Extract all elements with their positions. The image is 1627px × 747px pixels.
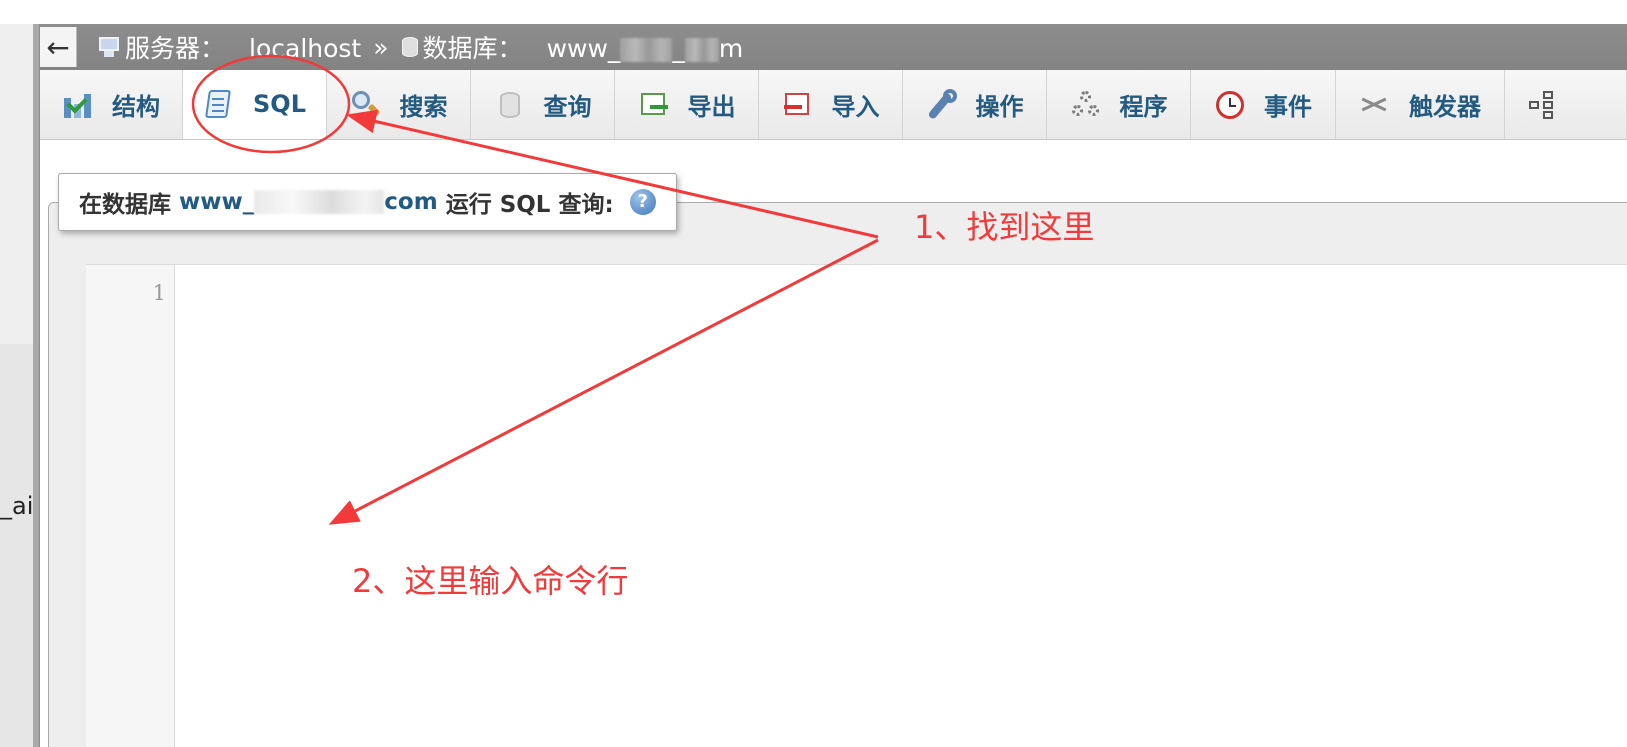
tab-operations[interactable]: 操作 — [903, 70, 1047, 139]
legend-database-name: www_ — [179, 189, 255, 215]
tab-label: 触发器 — [1409, 93, 1481, 121]
redacted-blur — [684, 38, 719, 62]
line-number-gutter: 1 — [86, 265, 175, 747]
breadcrumb-database-value-mid: _ — [672, 34, 685, 63]
breadcrumb-database-value-prefix: www_ — [546, 34, 621, 63]
sql-editor[interactable]: 1 — [86, 264, 1627, 747]
tab-label: 操作 — [975, 93, 1024, 121]
query-icon — [494, 89, 526, 121]
structure-icon — [62, 89, 94, 121]
top-strip — [0, 0, 1627, 24]
sql-icon — [203, 88, 235, 120]
annotation-step2-text: 2、这里输入命令行 — [352, 562, 629, 600]
tab-label: 查询 — [543, 93, 592, 121]
tab-import[interactable]: 导入 — [759, 70, 903, 139]
tab-sql[interactable]: SQL — [183, 70, 327, 139]
navigation-panel — [0, 24, 33, 747]
collapse-navigation-button[interactable]: ← — [40, 27, 77, 67]
tab-label: 结构 — [112, 93, 160, 121]
breadcrumb-database-link[interactable]: 数据库： www_ _ m — [423, 29, 744, 65]
tab-query[interactable]: 查询 — [471, 70, 615, 139]
legend-database-suffix: com — [384, 189, 438, 215]
redacted-blur — [620, 38, 673, 62]
help-icon[interactable]: ? — [629, 189, 656, 215]
database-icon — [401, 35, 419, 59]
tab-export[interactable]: 导出 — [615, 70, 759, 139]
breadcrumb-server-link[interactable]: 服务器： localhost — [125, 29, 361, 65]
designer-icon — [1529, 89, 1561, 121]
sql-query-legend: 在数据库 www_ com 运行 SQL 查询: ? — [58, 173, 677, 231]
legend-suffix: 运行 SQL 查询: — [445, 192, 614, 218]
search-icon — [350, 89, 382, 121]
clock-icon — [1214, 89, 1246, 121]
sql-query-input[interactable] — [175, 265, 1627, 747]
import-icon — [782, 89, 814, 121]
breadcrumb-server-label: 服务器： — [125, 34, 226, 63]
main-content: 在数据库 www_ com 运行 SQL 查询: ? 1 — [40, 140, 1627, 747]
tab-events[interactable]: 事件 — [1191, 70, 1336, 139]
tab-search[interactable]: 搜索 — [327, 70, 471, 139]
tab-more[interactable] — [1505, 70, 1627, 139]
breadcrumb-server-value: localhost — [249, 34, 362, 63]
tab-structure[interactable]: 结构 — [40, 70, 183, 139]
navigation-panel-top — [0, 24, 33, 344]
tab-label: SQL — [253, 90, 306, 118]
tab-label: 程序 — [1119, 93, 1168, 121]
trigger-icon — [1359, 89, 1391, 121]
redacted-blur — [254, 190, 385, 214]
wrench-icon — [926, 88, 958, 121]
breadcrumb: ← 服务器： localhost » 数据库： www_ _ m — [40, 24, 1627, 71]
annotation-step1-text: 1、找到这里 — [914, 208, 1095, 246]
back-arrow-icon: ← — [46, 30, 70, 64]
export-icon — [638, 89, 670, 121]
tab-routines[interactable]: 程序 — [1047, 70, 1191, 139]
server-icon — [97, 36, 121, 58]
breadcrumb-separator: » — [373, 32, 389, 62]
tab-label: 导出 — [687, 93, 736, 121]
line-number: 1 — [152, 281, 166, 305]
tab-label: 搜索 — [399, 93, 448, 121]
database-tab-bar: 结构 SQL 搜索 查询 导出 导入 操作 程序 事件 触发器 — [40, 70, 1627, 140]
navigation-item-fragment[interactable]: _ai — [0, 492, 33, 520]
tab-triggers[interactable]: 触发器 — [1336, 70, 1505, 139]
breadcrumb-database-label: 数据库： — [422, 34, 523, 63]
tab-label: 事件 — [1264, 93, 1312, 121]
navigation-resize-handle[interactable] — [33, 24, 40, 747]
tab-label: 导入 — [831, 93, 880, 121]
breadcrumb-database-value-suffix: m — [718, 34, 744, 63]
routines-icon — [1070, 89, 1102, 121]
phpmyadmin-window: _ai ← 服务器： localhost » 数据库： www_ _ m 结构 SQL … — [0, 0, 1627, 747]
legend-prefix: 在数据库 — [79, 192, 171, 218]
